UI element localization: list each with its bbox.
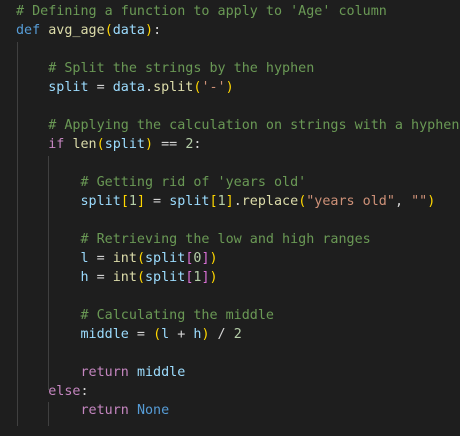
code-token: :: [80, 384, 89, 399]
code-token: ==: [153, 137, 186, 152]
code-token: ): [225, 80, 234, 95]
code-line[interactable]: return middle: [16, 363, 186, 382]
code-token: ): [427, 194, 436, 209]
code-line[interactable]: # Applying the calculation on strings wi…: [16, 116, 459, 135]
code-token: ): [209, 251, 218, 266]
code-token: +: [169, 327, 194, 342]
code-token: .: [145, 80, 154, 95]
code-token: else: [48, 384, 81, 399]
code-token: replace: [241, 194, 299, 209]
code-line[interactable]: if len(split) == 2:: [16, 135, 201, 154]
code-token: int: [112, 270, 137, 285]
code-token: :: [153, 23, 162, 38]
code-token: =: [145, 194, 170, 209]
code-token: "": [411, 194, 428, 209]
code-line[interactable]: l = int(split[0]): [16, 249, 218, 268]
code-token: if: [48, 137, 65, 152]
code-token: ]: [136, 194, 145, 209]
code-token: return: [80, 403, 129, 418]
code-line[interactable]: # Calculating the middle: [16, 306, 274, 325]
code-token: 1: [217, 194, 226, 209]
code-line[interactable]: # Split the strings by the hyphen: [16, 59, 314, 78]
code-token: int: [112, 251, 137, 266]
code-line[interactable]: # Defining a function to apply to 'Age' …: [16, 2, 387, 21]
code-line[interactable]: split[1] = split[1].replace("years old",…: [16, 192, 436, 211]
code-token: middle: [136, 365, 186, 380]
code-line[interactable]: def avg_age(data):: [16, 21, 161, 40]
code-token: len: [72, 137, 97, 152]
code-token: # Calculating the middle: [16, 308, 274, 323]
code-token: data: [112, 80, 145, 95]
code-line[interactable]: split = data.split('-'): [16, 78, 234, 97]
code-token: ): [145, 137, 154, 152]
code-token: h: [80, 270, 89, 285]
code-token: middle: [80, 327, 129, 342]
code-token: (: [153, 327, 162, 342]
code-token: split: [80, 194, 121, 209]
code-line[interactable]: # Retrieving the low and high ranges: [16, 230, 371, 249]
code-token: # Retrieving the low and high ranges: [16, 232, 371, 247]
code-token: =: [88, 251, 113, 266]
code-token: split: [145, 251, 186, 266]
code-token: None: [136, 403, 170, 418]
code-token: ]: [201, 270, 210, 285]
code-token: ): [145, 23, 154, 38]
code-line[interactable]: return None: [16, 401, 170, 420]
code-token: =: [88, 270, 113, 285]
code-line[interactable]: middle = (l + h) / 2: [16, 325, 242, 344]
code-token: split: [145, 270, 186, 285]
code-line[interactable]: h = int(split[1]): [16, 268, 218, 287]
code-token: [: [209, 194, 218, 209]
code-token: ,: [394, 194, 412, 209]
code-token: split: [48, 80, 89, 95]
code-token: 2: [233, 327, 242, 342]
code-token: (: [104, 23, 113, 38]
code-token: l: [80, 251, 89, 266]
code-token: (: [136, 270, 145, 285]
code-token: =: [88, 80, 113, 95]
code-token: :: [193, 137, 202, 152]
code-editor[interactable]: # Defining a function to apply to 'Age' …: [0, 0, 460, 436]
code-token: ): [201, 327, 210, 342]
code-token: (: [96, 137, 105, 152]
code-token: data: [112, 23, 145, 38]
code-token: ): [209, 270, 218, 285]
code-token: split: [104, 137, 145, 152]
code-token: # Applying the calculation on strings wi…: [16, 118, 460, 133]
code-token: 1: [128, 194, 137, 209]
code-line[interactable]: # Getting rid of 'years old': [16, 173, 306, 192]
code-token: "years old": [306, 194, 395, 209]
code-token: [: [120, 194, 129, 209]
code-token: '-': [201, 80, 226, 95]
code-token: # Split the strings by the hyphen: [16, 61, 315, 76]
code-token: /: [209, 327, 234, 342]
code-token: l: [161, 327, 170, 342]
code-token: split: [153, 80, 194, 95]
code-token: # Getting rid of 'years old': [16, 175, 307, 190]
code-token: return: [80, 365, 129, 380]
code-token: # Defining a function to apply to 'Age' …: [16, 4, 387, 19]
code-token: ]: [201, 251, 210, 266]
code-token: split: [169, 194, 210, 209]
code-token: =: [128, 327, 154, 342]
code-token: avg_age: [48, 23, 105, 38]
code-token: .: [233, 194, 242, 209]
code-token: (: [136, 251, 145, 266]
code-token: def: [16, 23, 41, 38]
code-token: ]: [225, 194, 234, 209]
code-line[interactable]: else:: [16, 382, 89, 401]
